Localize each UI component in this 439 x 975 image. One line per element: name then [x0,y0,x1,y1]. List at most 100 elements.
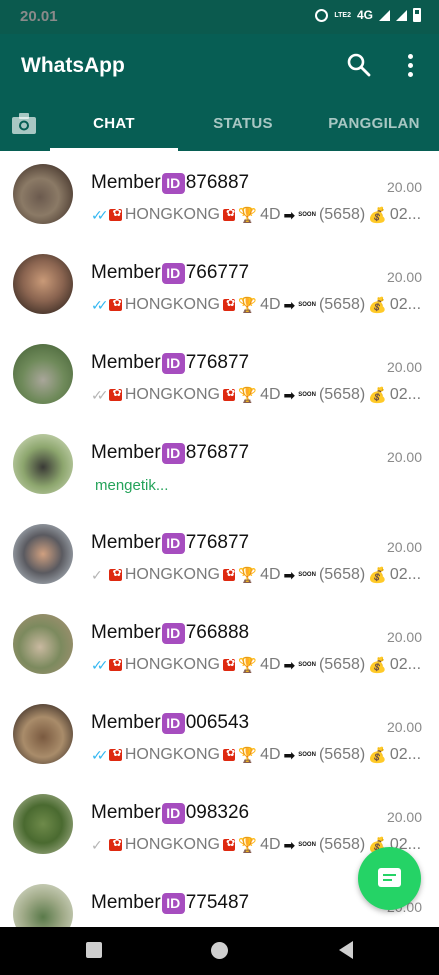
message-preview: ✓✓ HONGKONG 🏆4D➡SOON(5658)💰02... [91,384,421,406]
more-options-icon[interactable] [400,51,420,79]
chat-time: 20.00 [386,539,422,555]
message-preview: ✓✓ HONGKONG 🏆4D➡SOON(5658)💰02... [91,294,421,316]
preview-hongkong: HONGKONG [124,656,220,673]
id-badge: ID [161,802,185,824]
money-bag-icon: 💰 [368,387,387,404]
battery-icon [413,8,421,22]
read-receipt-icon: ✓✓ [91,206,109,223]
chat-time: 20.00 [386,809,422,825]
avatar[interactable] [13,524,73,584]
trophy-icon: 🏆 [238,747,258,764]
preview-4d: 4D [260,566,281,583]
chat-name-number: 876877 [185,442,250,463]
tab-calls[interactable]: PANGGILAN [326,115,422,132]
read-receipt-icon: ✓✓ [91,746,109,763]
app-title: WhatsApp [21,54,125,77]
hongkong-flag-icon [223,296,236,311]
sent-tick-icon: ✓ [91,836,103,853]
chat-row[interactable]: Member ID 876877 20.00 mengetik... [0,421,439,511]
avatar[interactable] [13,884,73,927]
soon-arrow-icon: ➡ [283,296,296,313]
preview-hongkong: HONGKONG [124,296,220,313]
chat-name-prefix: Member [91,892,161,913]
chat-time: 20.00 [386,719,422,735]
camera-icon[interactable] [10,110,38,138]
read-receipt-icon: ✓✓ [91,656,109,673]
chat-name-prefix: Member [91,622,161,643]
back-icon[interactable] [339,941,353,959]
preview-number: (5658) [318,296,366,313]
status-icons: LTE2 4G [315,8,421,22]
chat-row[interactable]: MemberID776877 20.00 ✓✓ HONGKONG 🏆4D➡SOON(56… [0,331,439,421]
sent-tick-icon: ✓ [91,566,103,583]
chat-name: Member ID 776877 [91,352,249,374]
chat-name: Member ID 876877 [91,442,249,464]
chat-name: Member ID 006543 [91,712,249,734]
chat-name: Member ID 766777 [91,262,249,284]
trophy-icon: 🏆 [238,837,258,854]
preview-hongkong: HONGKONG [124,836,220,853]
chat-name: Member ID 098326 [91,802,249,824]
chat-time: 20.00 [386,449,422,465]
trophy-icon: 🏆 [238,207,258,224]
recent-apps-icon[interactable] [86,942,102,958]
status-bar: 20.01 LTE2 4G [0,0,439,34]
soon-label: SOON [298,752,316,758]
tab-status[interactable]: STATUS [195,115,291,132]
hongkong-flag-icon [109,206,122,221]
preview-ellipsis: 02... [389,746,421,763]
avatar[interactable] [13,434,73,494]
id-badge: ID [161,352,185,374]
hongkong-flag-icon [223,836,236,851]
soon-label: SOON [298,842,316,848]
chat-list: MemberID87688720.00✓✓HONGKONG🏆4D➡SOON(56… [0,151,439,927]
chat-row[interactable]: MemberID876887 20.00 ✓✓ HONGKONG 🏆4D➡SOON(56… [0,151,439,241]
chat-row[interactable]: MemberID766888 20.00 ✓✓ HONGKONG 🏆4D➡SOON(56… [0,601,439,691]
preview-4d: 4D [260,836,281,853]
chat-name-number: 876887 [185,172,250,193]
preview-hongkong: HONGKONG [124,206,220,223]
chat-name-prefix: Member [91,262,161,283]
preview-4d: 4D [260,386,281,403]
hongkong-flag-icon [223,746,236,761]
chat-name-number: 776877 [185,352,250,373]
chat-name-prefix: Member [91,532,161,553]
nav-bar [0,927,439,975]
money-bag-icon: 💰 [368,297,387,314]
chat-row[interactable]: MemberID776877 20.00 ✓ HONGKONG 🏆4D➡SOON(565… [0,511,439,601]
soon-arrow-icon: ➡ [283,386,296,403]
avatar[interactable] [13,164,73,224]
search-icon[interactable] [345,51,373,79]
avatar[interactable] [13,794,73,854]
preview-4d: 4D [260,206,281,223]
message-preview: ✓✓ HONGKONG 🏆4D➡SOON(5658)💰02... [91,654,421,676]
message-preview: ✓✓ HONGKONG 🏆4D➡SOON(5658)💰02... [91,204,421,226]
avatar[interactable] [13,344,73,404]
avatar[interactable] [13,254,73,314]
home-icon[interactable] [211,942,228,959]
new-chat-button[interactable] [358,847,421,910]
chat-name-prefix: Member [91,442,161,463]
chat-name: Member ID 775487 [91,892,249,914]
id-badge: ID [161,892,185,914]
chat-row[interactable]: MemberID006543 20.00 ✓✓ HONGKONG 🏆4D➡SOON(56… [0,691,439,781]
tab-chat[interactable]: CHAT [50,115,178,132]
chat-name-prefix: Member [91,802,161,823]
soon-arrow-icon: ➡ [283,566,296,583]
chat-name-number: 775487 [185,892,250,913]
soon-arrow-icon: ➡ [283,656,296,673]
chat-time: 20.00 [386,629,422,645]
network-type: 4G [356,8,373,22]
preview-hongkong: HONGKONG [124,386,220,403]
chat-row[interactable]: MemberID766777 20.00 ✓✓ HONGKONG 🏆4D➡SOON(56… [0,241,439,331]
chat-name-prefix: Member [91,712,161,733]
chat-name-prefix: Member [91,352,161,373]
app-bar: WhatsApp CHAT STATUS PANGGILAN [0,34,439,151]
avatar[interactable] [13,704,73,764]
money-bag-icon: 💰 [368,657,387,674]
signal-icon [379,9,390,21]
signal-icon-2 [396,9,407,21]
message-icon [378,868,401,887]
soon-label: SOON [298,572,316,578]
avatar[interactable] [13,614,73,674]
